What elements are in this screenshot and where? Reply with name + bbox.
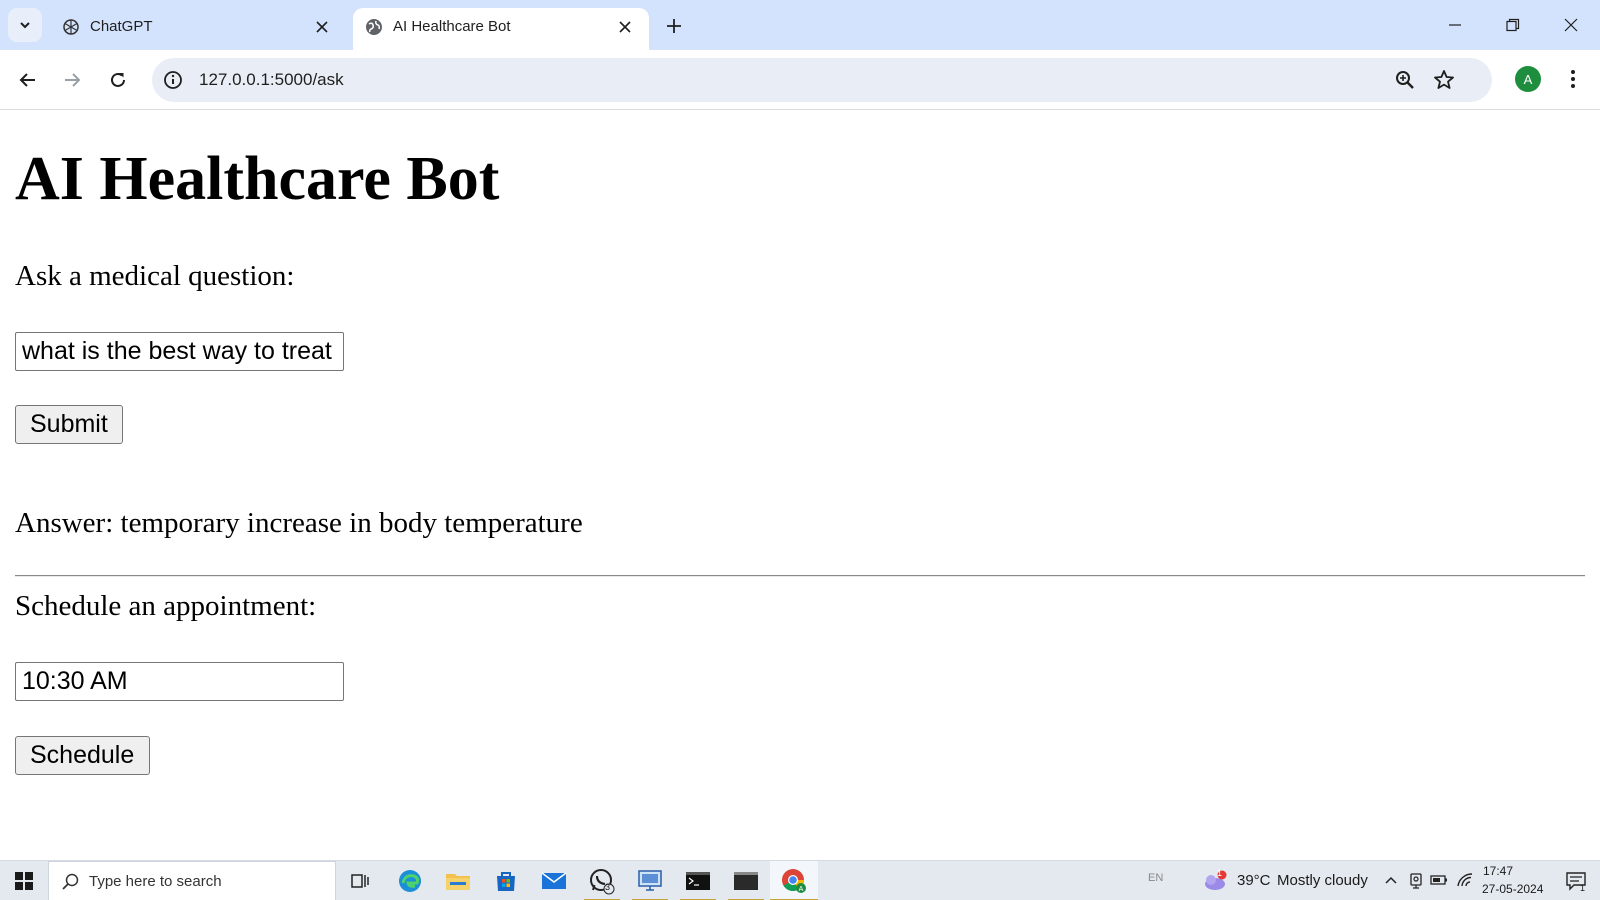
minimize-icon	[1449, 24, 1461, 26]
taskbar-console[interactable]	[722, 861, 770, 900]
close-icon	[1564, 18, 1578, 32]
restore-button[interactable]	[1490, 8, 1536, 42]
forward-button[interactable]	[56, 64, 88, 96]
weather-cloud-icon	[1205, 870, 1227, 890]
minimize-button[interactable]	[1432, 8, 1478, 42]
clock-time[interactable]: 17:47	[1483, 864, 1513, 878]
language-indicator[interactable]: EN	[1148, 872, 1163, 884]
divider	[15, 575, 1585, 577]
appointment-time-input[interactable]	[15, 662, 344, 701]
start-button[interactable]	[0, 861, 48, 900]
web-page: AI Healthcare Bot Ask a medical question…	[0, 110, 1600, 860]
address-bar[interactable]: 127.0.0.1:5000/ask	[152, 58, 1492, 102]
taskbar-store[interactable]	[482, 861, 530, 900]
zoom-icon[interactable]	[1394, 69, 1416, 91]
weather-widget-icon-wrap[interactable]: 1	[1200, 861, 1230, 900]
bookmark-star-icon[interactable]	[1432, 68, 1456, 92]
openai-logo-icon	[63, 19, 79, 35]
search-placeholder: Type here to search	[89, 873, 222, 890]
browser-toolbar: 127.0.0.1:5000/ask A	[0, 50, 1600, 110]
schedule-button[interactable]: Schedule	[15, 736, 150, 775]
terminal-icon	[686, 872, 710, 890]
meeting-icon[interactable]	[1408, 872, 1424, 890]
taskbar-remote-desktop[interactable]	[626, 861, 674, 900]
taskbar-search-box[interactable]: Type here to search	[48, 861, 336, 900]
reload-button[interactable]	[102, 64, 134, 96]
remote-desktop-icon	[638, 870, 662, 891]
temperature[interactable]: 39°C	[1237, 872, 1271, 889]
site-info-icon[interactable]	[162, 69, 184, 91]
notification-count: 1	[1580, 883, 1586, 893]
profile-avatar[interactable]: A	[1515, 66, 1541, 92]
close-tab-icon[interactable]	[615, 17, 635, 37]
arrow-left-icon	[19, 73, 35, 87]
browser-menu-button[interactable]	[1560, 66, 1586, 92]
taskbar-chrome[interactable]: A	[770, 861, 818, 900]
taskbar-edge[interactable]	[386, 861, 434, 900]
weather-text[interactable]: Mostly cloudy	[1277, 872, 1368, 889]
search-icon	[62, 873, 79, 890]
tab-title: AI Healthcare Bot	[393, 18, 511, 35]
svg-text:A: A	[799, 886, 804, 893]
chevron-down-icon	[20, 22, 30, 29]
whatsapp-badge: 3	[605, 882, 611, 892]
new-tab-button[interactable]	[660, 12, 688, 40]
tab-ai-healthcare-bot[interactable]: AI Healthcare Bot	[353, 8, 649, 50]
task-view-icon	[351, 874, 369, 888]
wifi-icon[interactable]	[1456, 872, 1474, 888]
answer-text: Answer: temporary increase in body tempe…	[15, 507, 583, 539]
more-vertical-icon	[1571, 70, 1575, 88]
microsoft-store-icon	[497, 872, 515, 891]
question-input[interactable]	[15, 332, 344, 371]
tab-strip: ChatGPT AI Healthcare Bot	[0, 0, 1600, 50]
taskbar-whatsapp[interactable]: 3	[578, 861, 626, 900]
close-window-button[interactable]	[1548, 8, 1594, 42]
windows-taskbar: Type here to search 3 A EN 1 39°C Mostly…	[0, 860, 1600, 900]
reload-icon	[111, 72, 125, 87]
edge-icon	[399, 870, 421, 892]
globe-icon	[366, 19, 382, 35]
question-label: Ask a medical question:	[15, 260, 295, 292]
back-button[interactable]	[12, 64, 44, 96]
tab-title: ChatGPT	[90, 18, 153, 35]
plus-icon	[667, 19, 681, 33]
arrow-right-icon	[65, 73, 81, 87]
submit-button[interactable]: Submit	[15, 405, 123, 444]
tab-search-button[interactable]	[8, 8, 42, 42]
chrome-icon: A	[782, 869, 806, 893]
battery-icon[interactable]	[1430, 874, 1448, 886]
task-view-button[interactable]	[336, 861, 384, 900]
file-explorer-icon	[446, 874, 470, 890]
taskbar-mail[interactable]	[530, 861, 578, 900]
mail-icon	[541, 872, 567, 889]
clock-date[interactable]: 27-05-2024	[1482, 882, 1543, 896]
page-title: AI Healthcare Bot	[15, 145, 500, 213]
tab-chatgpt[interactable]: ChatGPT	[50, 8, 346, 50]
restore-icon	[1506, 18, 1520, 32]
notification-center-button[interactable]: 1	[1556, 861, 1596, 900]
weather-badge: 1	[1217, 868, 1223, 878]
schedule-label: Schedule an appointment:	[15, 590, 317, 622]
close-tab-icon[interactable]	[312, 17, 332, 37]
taskbar-terminal[interactable]	[674, 861, 722, 900]
url-text[interactable]: 127.0.0.1:5000/ask	[199, 70, 344, 90]
whatsapp-icon	[590, 869, 615, 895]
console-icon	[734, 872, 758, 890]
show-hidden-icons-icon[interactable]	[1384, 874, 1398, 886]
windows-logo-icon	[15, 872, 33, 890]
taskbar-file-explorer[interactable]	[434, 861, 482, 900]
